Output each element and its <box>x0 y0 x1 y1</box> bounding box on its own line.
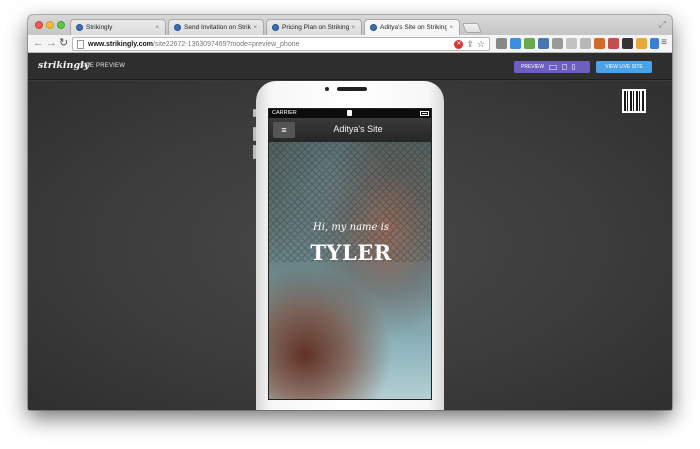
hero-name: TYLER <box>310 240 392 265</box>
extension-icon[interactable] <box>566 38 577 49</box>
carrier-label: CARRIER <box>272 110 297 116</box>
hero-section: Hi, my name is TYLER <box>269 142 431 399</box>
hero-greeting: Hi, my name is <box>313 222 389 233</box>
reload-icon[interactable]: ↻ <box>59 37 68 50</box>
strikingly-favicon-icon <box>76 24 83 31</box>
minimize-window-button[interactable] <box>46 21 54 29</box>
browser-toolbar: ← → ↻ www.strikingly.com/site22672-13630… <box>28 35 672 53</box>
tab-strikingly[interactable]: Strikingly × <box>70 19 166 35</box>
phone-preview-icon[interactable] <box>572 64 576 70</box>
view-live-site-button[interactable]: VIEW LIVE SITE <box>596 61 652 73</box>
phone-screen: CARRIER ≡ Aditya's Site Hi, my name is T… <box>268 108 432 400</box>
extension-icon[interactable] <box>594 38 605 49</box>
extension-icon[interactable] <box>608 38 619 49</box>
phone-side-button <box>253 109 256 117</box>
back-icon[interactable]: ← <box>33 37 44 50</box>
extension-icon[interactable] <box>524 38 535 49</box>
browser-window: Strikingly × Send Invitation on Striking… <box>28 15 672 410</box>
tab-close-icon[interactable]: × <box>449 25 453 31</box>
tab-pricing-plan[interactable]: Pricing Plan on Strikingly × <box>266 19 362 35</box>
preview-stage: CARRIER ≡ Aditya's Site Hi, my name is T… <box>28 81 672 410</box>
tab-send-invitation[interactable]: Send Invitation on Striking × <box>168 19 264 35</box>
phone-side-button <box>253 127 256 141</box>
preview-device-switcher: PREVIEW <box>514 61 590 73</box>
extension-icon[interactable] <box>496 38 507 49</box>
tab-label: Send Invitation on Striking <box>184 24 251 31</box>
extension-icon[interactable] <box>622 38 633 49</box>
tab-close-icon[interactable]: × <box>155 25 159 31</box>
browser-menu-icon[interactable]: ≡ <box>661 37 667 48</box>
desktop-preview-icon[interactable] <box>549 64 558 70</box>
section-label: SITE PREVIEW <box>80 63 126 69</box>
address-bar[interactable]: www.strikingly.com/site22672-1363097469?… <box>72 37 490 51</box>
tab-label: Aditya's Site on Strikingly <box>380 24 448 31</box>
zoom-window-button[interactable] <box>57 21 65 29</box>
extension-icon[interactable] <box>538 38 549 49</box>
close-window-button[interactable] <box>35 21 43 29</box>
star-icon[interactable]: ☆ <box>477 39 485 50</box>
url-path: /site22672-1363097469?mode=preview_phone <box>152 40 300 48</box>
page-icon <box>77 39 84 49</box>
extension-icon[interactable] <box>510 38 521 49</box>
tab-strip: Strikingly × Send Invitation on Striking… <box>28 15 672 35</box>
extension-icon[interactable] <box>650 38 659 49</box>
speaker-icon <box>337 87 367 91</box>
strikingly-favicon-icon <box>370 24 377 31</box>
tab-label: Strikingly <box>86 24 113 31</box>
forward-icon[interactable]: → <box>46 37 57 50</box>
url-host: www.strikingly.com <box>88 40 153 48</box>
fullscreen-icon[interactable]: ⤢ <box>659 19 666 30</box>
tablet-preview-icon[interactable] <box>562 64 568 70</box>
strikingly-favicon-icon <box>174 24 181 31</box>
camera-icon <box>325 87 329 91</box>
share-icon[interactable]: ⇪ <box>466 39 474 50</box>
lock-icon <box>347 110 352 116</box>
tab-close-icon[interactable]: × <box>253 25 257 31</box>
phone-side-button <box>253 145 256 159</box>
phone-status-bar: CARRIER <box>269 109 431 118</box>
strikingly-favicon-icon <box>272 24 279 31</box>
site-header: ≡ Aditya's Site <box>269 118 431 142</box>
site-title: Aditya's Site <box>333 124 383 134</box>
qr-code-icon <box>622 89 646 113</box>
tab-close-icon[interactable]: × <box>351 25 355 31</box>
extension-icon[interactable] <box>552 38 563 49</box>
preview-label: PREVIEW <box>521 64 545 70</box>
stop-icon[interactable]: ✕ <box>454 40 464 49</box>
hamburger-menu-icon[interactable]: ≡ <box>273 122 295 138</box>
app-bar: strikingly SITE PREVIEW PREVIEW VIEW LIV… <box>28 53 672 80</box>
battery-icon <box>420 111 429 116</box>
tab-adityas-site[interactable]: Aditya's Site on Strikingly × <box>364 19 460 35</box>
tab-label: Pricing Plan on Strikingly <box>282 24 350 31</box>
phone-frame: CARRIER ≡ Aditya's Site Hi, my name is T… <box>253 81 444 410</box>
new-tab-button[interactable] <box>462 23 482 33</box>
extension-icon[interactable] <box>636 38 647 49</box>
extension-icon[interactable] <box>580 38 591 49</box>
